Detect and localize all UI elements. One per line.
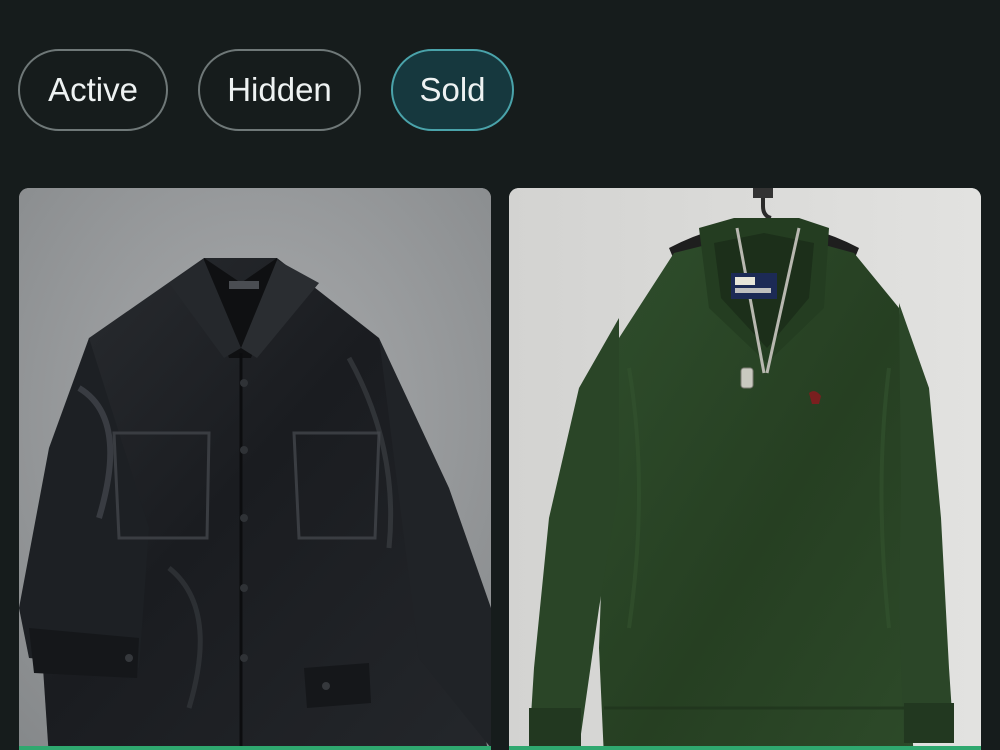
- listing-photo: [509, 188, 981, 750]
- status-filter-bar: Active Hidden Sold: [18, 49, 514, 131]
- listing-card[interactable]: [509, 188, 981, 750]
- listing-card[interactable]: [19, 188, 491, 750]
- filter-chip-active[interactable]: Active: [18, 49, 168, 131]
- listing-grid: [19, 188, 981, 750]
- sold-listings-screen: Active Hidden Sold: [0, 0, 1000, 750]
- listing-status-strip: [19, 746, 491, 750]
- filter-chip-sold[interactable]: Sold: [391, 49, 514, 131]
- listing-status-strip: [509, 746, 981, 750]
- listing-photo: [19, 188, 491, 750]
- filter-chip-hidden[interactable]: Hidden: [198, 49, 361, 131]
